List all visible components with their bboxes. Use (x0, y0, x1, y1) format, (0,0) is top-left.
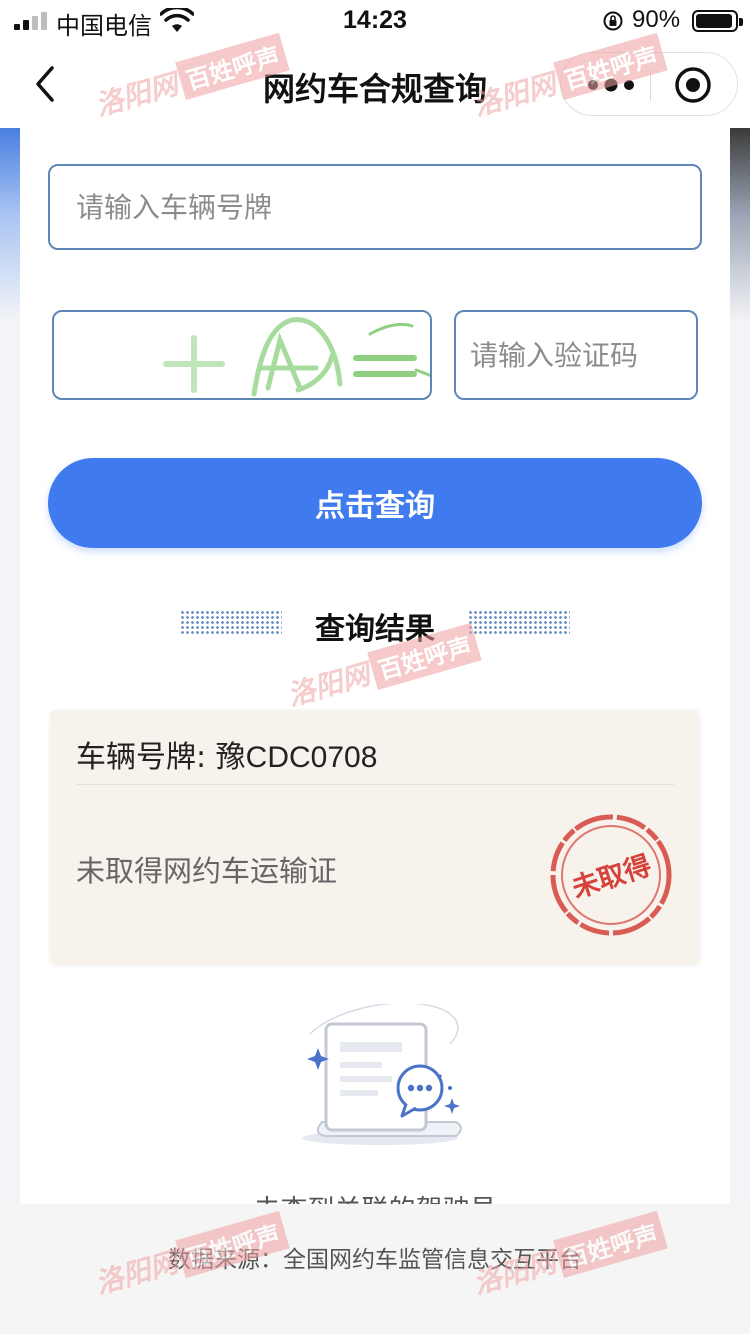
background-band-left (0, 128, 20, 1204)
battery-fill (696, 14, 732, 28)
plate-label: 车辆号牌: (76, 740, 216, 775)
not-obtained-stamp-icon: 未取得 (550, 814, 672, 936)
captcha-graphic (163, 317, 430, 397)
captcha-image[interactable] (52, 310, 432, 400)
mini-program-capsule (560, 52, 738, 116)
capsule-divider (650, 69, 651, 101)
more-dots-icon[interactable] (585, 71, 637, 99)
license-status-text: 未取得网约车运输证 (76, 854, 338, 888)
background-band-right (730, 128, 750, 1204)
status-bar: 中国电信 14:23 90% (0, 0, 750, 40)
result-card: 车辆号牌: 豫CDC0708 未取得网约车运输证 未取得 (50, 710, 700, 964)
nav-bar: 网约车合规查询 (0, 40, 750, 128)
result-divider (76, 784, 674, 785)
data-source-text: 数据来源：全国网约车监管信息交互平台 (168, 1247, 582, 1273)
rotation-lock-icon (603, 11, 623, 31)
dotted-decoration-right (468, 610, 570, 636)
query-button[interactable]: 点击查询 (48, 458, 702, 548)
captcha-code-input[interactable] (454, 310, 698, 400)
result-section-title: 查询结果 (315, 612, 435, 647)
plate-value: 豫CDC0708 (215, 741, 378, 774)
stamp-text: 未取得 (568, 850, 655, 905)
empty-document-illustration-icon (302, 1004, 462, 1145)
target-icon[interactable] (673, 65, 713, 105)
plate-row: 车辆号牌: 豫CDC0708 (76, 732, 377, 776)
battery-icon (692, 10, 743, 32)
empty-state-text: 未查到关联的驾驶员 (20, 1188, 730, 1204)
main-card: 点击查询 查询结果 车辆号牌: 豫CDC0708 未取得网约车运输证 未取得 (20, 128, 730, 1204)
footer: 数据来源：全国网约车监管信息交互平台 (0, 1204, 750, 1334)
plate-number-input[interactable] (48, 164, 702, 250)
battery-percent: 90% (632, 6, 681, 33)
result-section-header: 查询结果 (20, 598, 730, 648)
